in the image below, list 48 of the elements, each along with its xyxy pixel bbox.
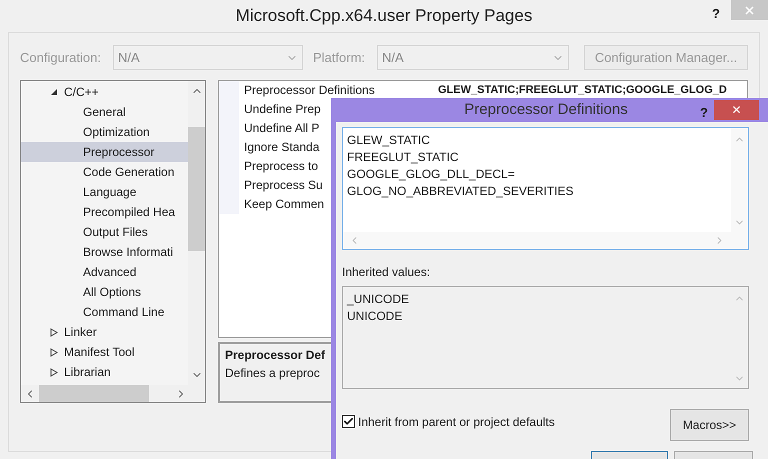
scroll-thumb[interactable]	[39, 385, 149, 402]
collapsed-triangle-icon[interactable]	[50, 348, 58, 356]
inherited-value: UNICODE	[347, 308, 404, 324]
tree-item[interactable]: Linker	[21, 322, 188, 342]
property-name[interactable]: Preprocessor Definitions	[239, 81, 433, 100]
horizontal-scrollbar[interactable]	[21, 385, 205, 402]
tree-item[interactable]: Librarian	[21, 362, 188, 382]
tree-item[interactable]: Output Files	[21, 222, 188, 242]
tree-item[interactable]: C/C++	[21, 82, 188, 102]
definition-line: GLOG_NO_ABBREVIATED_SEVERITIES	[347, 182, 575, 200]
definition-line: FREEGLUT_STATIC	[347, 148, 460, 166]
inherited-values-label: Inherited values:	[342, 264, 432, 280]
help-button[interactable]: ?	[712, 4, 720, 24]
platform-label: Platform:	[313, 48, 366, 67]
tree-item[interactable]: Browse Informati	[21, 242, 188, 262]
tree-item[interactable]: Preprocessor	[21, 142, 188, 162]
dialog-title: Preprocessor Definitions	[464, 100, 628, 120]
tree-item[interactable]: Language	[21, 182, 188, 202]
property-value[interactable]: GLEW_STATIC;FREEGLUT_STATIC;GOOGLE_GLOG_D	[433, 81, 727, 100]
help-button[interactable]: ?	[700, 103, 708, 122]
tree-item[interactable]: Advanced	[21, 262, 188, 282]
description-title: Preprocessor Def	[225, 347, 326, 364]
scroll-thumb[interactable]	[188, 127, 205, 251]
collapsed-triangle-icon[interactable]	[50, 328, 58, 336]
tree-item[interactable]: Manifest Tool	[21, 342, 188, 362]
description-text: Defines a preproc	[225, 365, 320, 382]
window-title: Microsoft.Cpp.x64.user Property Pages	[236, 5, 532, 28]
close-button[interactable]	[731, 0, 768, 20]
inherited-value: _UNICODE	[347, 290, 410, 308]
close-icon	[745, 6, 754, 14]
definition-line: GLEW_STATIC	[347, 132, 431, 148]
checkbox-label[interactable]: Inherit from parent or project defaults	[358, 412, 555, 430]
tree-item[interactable]: Precompiled Hea	[21, 202, 188, 222]
tree-item[interactable]: Command Line	[21, 302, 188, 322]
macros-button[interactable]: Macros>>	[670, 408, 749, 440]
definition-line: GOOGLE_GLOG_DLL_DECL=	[347, 166, 516, 182]
collapsed-triangle-icon[interactable]	[50, 368, 58, 376]
tree-item[interactable]: General	[21, 102, 188, 122]
checkmark-icon	[343, 416, 354, 427]
close-button[interactable]: ✕	[714, 100, 759, 120]
checkbox[interactable]	[342, 415, 355, 428]
tree-item[interactable]: Code Generation	[21, 162, 188, 182]
vertical-scrollbar[interactable]	[188, 81, 205, 385]
expanded-triangle-icon[interactable]	[50, 88, 58, 96]
configuration-label: Configuration:	[20, 48, 102, 67]
definitions-field[interactable]: GLEW_STATIC FREEGLUT_STATIC GOOGLE_GLOG_DLL_DECL= GLOG_NO_ABBREVIATED_SEVERITIES	[342, 126, 749, 250]
tree-item[interactable]: Optimization	[21, 122, 188, 142]
tree-item[interactable]: All Options	[21, 282, 188, 302]
